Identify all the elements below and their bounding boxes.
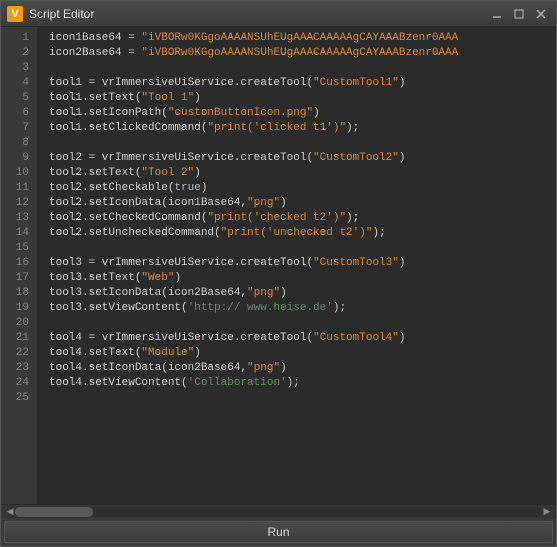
line-number: 24: [1, 376, 37, 391]
code-line[interactable]: tool4.setViewContent('Collaboration');: [49, 376, 556, 391]
line-number: 25: [1, 391, 37, 406]
code-line[interactable]: tool2.setCheckable(true): [49, 181, 556, 196]
code-line[interactable]: [49, 316, 556, 331]
code-line[interactable]: tool3 = vrImmersiveUiService.createTool(…: [49, 256, 556, 271]
code-line[interactable]: tool4 = vrImmersiveUiService.createTool(…: [49, 331, 556, 346]
code-line[interactable]: tool1.setClickedCommand("print('clicked …: [49, 121, 556, 136]
line-number: 22: [1, 346, 37, 361]
line-number: 16: [1, 256, 37, 271]
line-number: 13: [1, 211, 37, 226]
line-number: 4: [1, 76, 37, 91]
code-line[interactable]: [49, 61, 556, 76]
code-line[interactable]: tool1.setText("Tool 1"): [49, 91, 556, 106]
line-number: 2: [1, 46, 37, 61]
line-number: 7: [1, 121, 37, 136]
scrollbar-thumb[interactable]: [15, 507, 93, 517]
code-line[interactable]: tool4.setIconData(icon2Base64,"png"): [49, 361, 556, 376]
line-number: 5: [1, 91, 37, 106]
code-line[interactable]: tool3.setIconData(icon2Base64,"png"): [49, 286, 556, 301]
line-number: 18: [1, 286, 37, 301]
scrollbar-track[interactable]: [15, 507, 542, 517]
line-number: 10: [1, 166, 37, 181]
code-line[interactable]: icon2Base64 = "iVBORw0KGgoAAAANSUhEUgAAA…: [49, 46, 556, 61]
line-number: 23: [1, 361, 37, 376]
line-number: 21: [1, 331, 37, 346]
close-button[interactable]: [532, 6, 550, 22]
script-editor-window: V Script Editor 123456789101112131415161…: [0, 0, 557, 547]
code-line[interactable]: tool2 = vrImmersiveUiService.createTool(…: [49, 151, 556, 166]
code-line[interactable]: tool2.setUncheckedCommand("print('unchec…: [49, 226, 556, 241]
code-area[interactable]: icon1Base64 = "iVBORw0KGgoAAAANSUhEUgAAA…: [37, 27, 556, 504]
line-number: 3: [1, 61, 37, 76]
code-line[interactable]: [49, 136, 556, 151]
line-number: 15: [1, 241, 37, 256]
scroll-right-icon[interactable]: ▶: [540, 505, 554, 519]
code-line[interactable]: tool3.setViewContent('http:// www.heise.…: [49, 301, 556, 316]
line-number: 20: [1, 316, 37, 331]
line-number: 14: [1, 226, 37, 241]
window-title: Script Editor: [29, 7, 488, 21]
line-number: 9: [1, 151, 37, 166]
code-line[interactable]: tool1 = vrImmersiveUiService.createTool(…: [49, 76, 556, 91]
line-number: 12: [1, 196, 37, 211]
editor-container: 1234567891011121314151617181920212223242…: [1, 27, 556, 504]
maximize-button[interactable]: [510, 6, 528, 22]
code-line[interactable]: tool4.setText("Module"): [49, 346, 556, 361]
code-line[interactable]: [49, 241, 556, 256]
run-button[interactable]: Run: [4, 521, 553, 543]
code-line[interactable]: [49, 391, 556, 406]
minimize-button[interactable]: [488, 6, 506, 22]
app-icon: V: [7, 6, 23, 22]
line-gutter: 1234567891011121314151617181920212223242…: [1, 27, 37, 504]
line-number: 6: [1, 106, 37, 121]
line-number: 19: [1, 301, 37, 316]
code-line[interactable]: tool2.setCheckedCommand("print('checked …: [49, 211, 556, 226]
line-number: 17: [1, 271, 37, 286]
code-line[interactable]: icon1Base64 = "iVBORw0KGgoAAAANSUhEUgAAA…: [49, 31, 556, 46]
code-line[interactable]: tool2.setText("Tool 2"): [49, 166, 556, 181]
line-number: 8: [1, 136, 37, 151]
code-line[interactable]: tool1.setIconPath("custonButtonIcon.png"…: [49, 106, 556, 121]
code-line[interactable]: tool3.setText("Web"): [49, 271, 556, 286]
code-line[interactable]: tool2.setIconData(icon1Base64,"png"): [49, 196, 556, 211]
window-controls: [488, 6, 550, 22]
titlebar[interactable]: V Script Editor: [1, 1, 556, 27]
line-number: 1: [1, 31, 37, 46]
horizontal-scrollbar[interactable]: ◀ ▶: [1, 504, 556, 518]
line-number: 11: [1, 181, 37, 196]
